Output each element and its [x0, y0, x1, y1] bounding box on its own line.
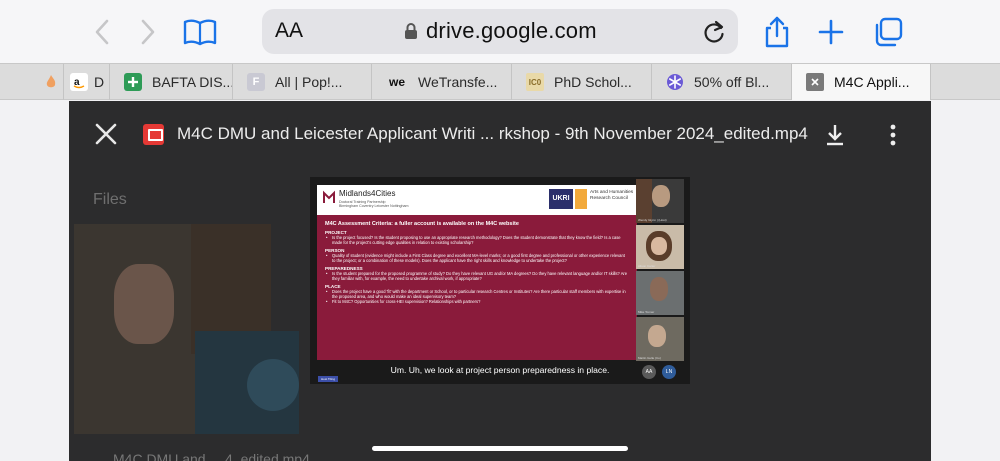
wetransfer-favicon-icon: we [388, 75, 405, 89]
participant-name: Alison Carter [638, 264, 656, 268]
url-text: drive.google.com [426, 18, 597, 43]
purple-star-favicon-icon [666, 73, 684, 91]
text-size-button[interactable]: AA [275, 19, 303, 43]
download-icon[interactable] [824, 123, 846, 147]
tab-label: PhD Schol... [554, 74, 632, 90]
slide-body: M4C Assessment Criteria: a fuller accoun… [317, 215, 637, 360]
tab-strip: a D BAFTA DIS... F All | Pop!... we WeTr… [0, 63, 1000, 100]
section-line: Is the student prepared for the proposed… [325, 271, 629, 281]
green-plus-favicon-icon [124, 73, 142, 91]
tabs-overview-button[interactable] [870, 14, 906, 50]
file-title: M4C DMU and Leicester Applicant Writi ..… [177, 124, 808, 143]
participant-name: Wendy Glynn | (Host) [638, 218, 667, 222]
participant-avatar-aa: AA [642, 365, 656, 379]
section-line: Quality of student (evidence might inclu… [325, 253, 629, 263]
tab-label: D [94, 74, 105, 90]
tab-label: M4C Appli... [834, 74, 910, 90]
tabs-icon [875, 17, 903, 47]
new-tab-button[interactable] [813, 14, 849, 50]
generic-favicon-icon [42, 73, 60, 91]
viewer-header: M4C DMU and Leicester Applicant Writi ..… [69, 101, 931, 165]
section-line: Fit to M4C? Opportunities for cross-HEI … [325, 299, 629, 304]
browser-toolbar: AA drive.google.com [0, 0, 1000, 63]
slide-header: Midlands4Cities Doctoral Training Partne… [317, 185, 637, 215]
participant-name: Mike Tonner [638, 310, 655, 314]
bookmarks-button[interactable] [182, 14, 218, 50]
tab-1[interactable]: a D [64, 64, 110, 100]
video-player[interactable]: Midlands4Cities Doctoral Training Partne… [310, 177, 690, 384]
more-vert-icon[interactable] [889, 123, 897, 147]
tab-0[interactable] [0, 64, 64, 100]
book-icon [183, 19, 217, 46]
tab-2[interactable]: BAFTA DIS... [110, 64, 233, 100]
tab-label: BAFTA DIS... [152, 74, 233, 90]
participant-tile: Alison Carter [636, 225, 684, 269]
plus-icon [818, 19, 844, 45]
org-name: Midlands4Cities [339, 189, 396, 198]
close-tab-icon[interactable] [806, 73, 824, 91]
participant-tile: Mike Tonner [636, 271, 684, 315]
tab-label: WeTransfe... [418, 74, 498, 90]
chevron-right-icon [141, 19, 155, 45]
ukri-logo: UKRI [549, 189, 573, 209]
video-caption: Um. Uh, we look at project person prepar… [390, 365, 610, 375]
section-line: Is the project focused? Is the student p… [325, 235, 629, 245]
participant-tile: Martin Gulle (Co) [636, 317, 684, 361]
close-icon[interactable] [93, 121, 119, 147]
amazon-favicon-icon: a [70, 73, 88, 91]
forward-button[interactable] [130, 14, 166, 50]
tab-label: 50% off Bl... [694, 74, 770, 90]
participant-strip: Wendy Glynn | (Host) Alison Carter Mike … [636, 179, 686, 384]
ahrc-logo-icon [575, 189, 587, 209]
chevron-left-icon [95, 19, 109, 45]
share-icon [765, 16, 789, 48]
participant-name: Martin Gulle (Co) [638, 356, 661, 360]
tab-7-active[interactable]: M4C Appli... [792, 64, 931, 100]
address-bar[interactable]: AA drive.google.com [262, 9, 738, 54]
ico-favicon-icon: IC0 [526, 73, 544, 91]
tab-6[interactable]: 50% off Bl... [652, 64, 792, 100]
files-heading: Files [93, 191, 127, 208]
section-line: Does the project have a good 'fit' with … [325, 289, 629, 299]
letter-f-favicon-icon: F [247, 73, 265, 91]
video-file-icon [143, 124, 164, 145]
m4c-logo-icon [323, 190, 335, 203]
tab-label: All | Pop!... [275, 74, 343, 90]
presentation-slide: Midlands4Cities Doctoral Training Partne… [317, 185, 637, 360]
background-file-label: M4C DMU and ... 4_edited.mp4 [113, 451, 310, 461]
funder-name: Arts and Humanities Research Council [590, 190, 634, 201]
participant-tile: Wendy Glynn | (Host) [636, 179, 684, 223]
tab-4[interactable]: we WeTransfe... [372, 64, 512, 100]
background-thumbnail-avatar [195, 331, 299, 434]
share-button[interactable] [759, 14, 795, 50]
participant-avatar-ln: LN [662, 365, 676, 379]
reload-icon[interactable] [702, 19, 726, 45]
org-subtitle-cities: Birmingham Coventry Leicester Nottingham [339, 204, 409, 208]
slide-heading: M4C Assessment Criteria: a fuller accoun… [325, 221, 519, 227]
lock-icon [405, 23, 417, 39]
tab-3[interactable]: F All | Pop!... [233, 64, 372, 100]
home-indicator[interactable] [372, 446, 628, 451]
back-button[interactable] [84, 14, 120, 50]
host-tiling-chip: Host Tiling [318, 376, 338, 382]
tab-5[interactable]: IC0 PhD Schol... [512, 64, 652, 100]
